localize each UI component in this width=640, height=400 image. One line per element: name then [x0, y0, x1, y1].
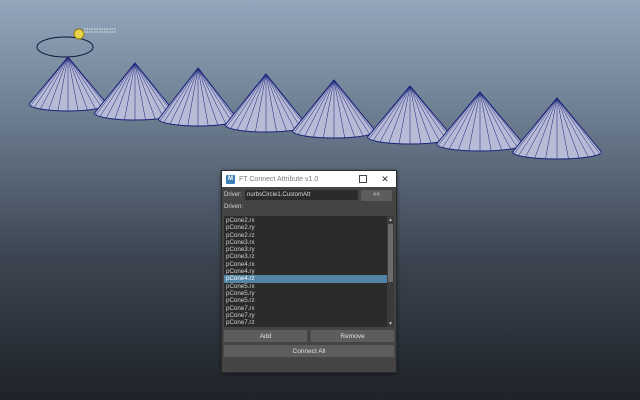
- list-item[interactable]: pCone2.rz: [224, 232, 387, 239]
- maximize-icon[interactable]: [352, 171, 374, 187]
- list-item[interactable]: pCone2.rx: [224, 217, 387, 224]
- load-driver-button[interactable]: <<: [361, 189, 392, 201]
- scrollbar[interactable]: ▲ ▼: [387, 216, 394, 327]
- driven-label: Driven:: [224, 204, 244, 210]
- connect-all-button[interactable]: Connect All: [224, 345, 394, 357]
- driver-label: Driver:: [224, 192, 242, 198]
- scene-canvas[interactable]: [0, 0, 640, 160]
- add-button[interactable]: Add: [224, 330, 307, 342]
- list-item[interactable]: pCone4.rz: [224, 275, 387, 283]
- driver-row: Driver: nurbsCircle1.CustomAtt <<: [224, 189, 394, 201]
- list-item[interactable]: pCone2.ry: [224, 224, 387, 231]
- list-item[interactable]: pCone7.rz: [224, 319, 387, 326]
- close-icon[interactable]: ✕: [374, 171, 396, 187]
- list-item[interactable]: pCone4.ry: [224, 268, 387, 275]
- window-title: FT Connect Attribute v1.0: [239, 175, 319, 183]
- maya-icon: M: [226, 174, 235, 184]
- scroll-thumb[interactable]: [388, 224, 393, 282]
- driven-list[interactable]: pCone2.rx pCone2.ry pCone2.rz pCone3.rx pCon…: [224, 216, 394, 327]
- list-item[interactable]: pCone5.rx: [224, 283, 387, 290]
- driver-field[interactable]: nurbsCircle1.CustomAtt: [245, 190, 358, 200]
- scroll-up-icon[interactable]: ▲: [387, 216, 394, 223]
- list-item[interactable]: pCone3.ry: [224, 246, 387, 253]
- cone-1[interactable]: [28, 56, 108, 112]
- list-item[interactable]: pCone3.rz: [224, 253, 387, 260]
- list-item[interactable]: pCone3.rx: [224, 239, 387, 246]
- list-item[interactable]: pCone4.rx: [224, 261, 387, 268]
- cone-4[interactable]: [224, 73, 308, 133]
- list-item[interactable]: pCone7.ry: [224, 312, 387, 319]
- connect-attribute-dialog: M FT Connect Attribute v1.0 ✕ Driver: nu…: [221, 170, 397, 373]
- nurbs-circle[interactable]: [36, 36, 94, 58]
- scroll-down-icon[interactable]: ▼: [387, 320, 394, 327]
- list-item[interactable]: pCone7.rx: [224, 305, 387, 312]
- cone-3[interactable]: [157, 67, 239, 127]
- cone-8[interactable]: [511, 97, 603, 160]
- list-item[interactable]: pCone5.rz: [224, 297, 387, 304]
- title-bar[interactable]: M FT Connect Attribute v1.0 ✕: [222, 171, 396, 187]
- remove-button[interactable]: Remove: [311, 330, 394, 342]
- list-item[interactable]: pCone5.ry: [224, 290, 387, 297]
- cone-6[interactable]: [366, 85, 454, 145]
- cone-7[interactable]: [435, 91, 525, 152]
- cone-2[interactable]: [93, 62, 177, 121]
- manipulator-icon[interactable]: [73, 28, 85, 40]
- cone-5[interactable]: [291, 79, 377, 139]
